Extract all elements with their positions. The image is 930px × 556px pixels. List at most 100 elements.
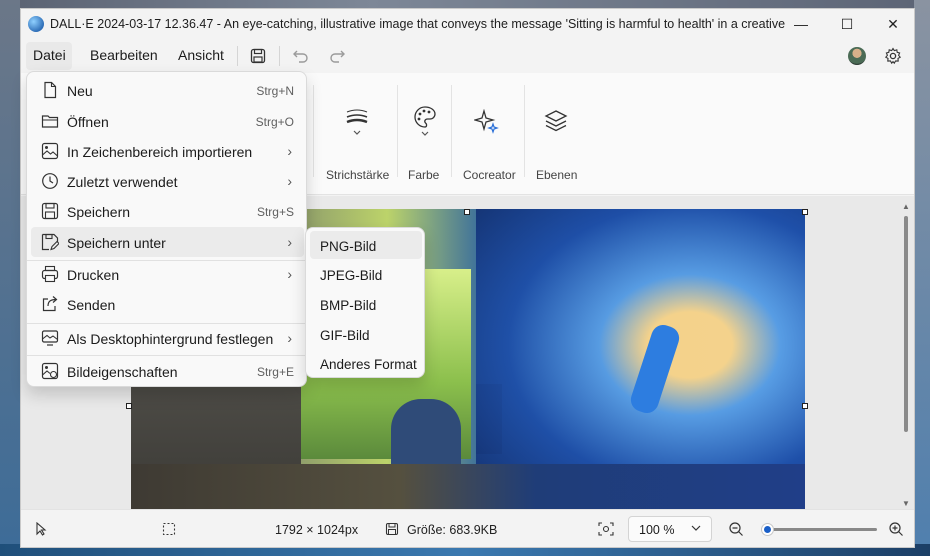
redo-icon[interactable] bbox=[327, 45, 349, 67]
save-as-submenu: PNG-Bild JPEG-Bild BMP-Bild GIF-Bild And… bbox=[305, 227, 425, 378]
menu-item-label: Als Desktophintergrund festlegen bbox=[67, 331, 274, 347]
submenu-item-other-format[interactable]: Anderes Format bbox=[310, 349, 422, 377]
save-icon bbox=[41, 202, 59, 220]
submenu-item-label: PNG-Bild bbox=[320, 239, 377, 254]
chevron-right-icon: › bbox=[287, 234, 292, 250]
image-properties-icon bbox=[41, 362, 59, 380]
desktop-background-icon bbox=[41, 329, 59, 347]
chevron-right-icon: › bbox=[287, 173, 292, 189]
folder-open-icon bbox=[41, 112, 59, 130]
account-avatar[interactable] bbox=[848, 47, 866, 65]
stroke-width-label: Strichstärke bbox=[326, 168, 390, 182]
submenu-item-label: JPEG-Bild bbox=[320, 268, 383, 283]
cocreator-group[interactable]: Cocreator bbox=[455, 73, 519, 183]
menu-item-label: Bildeigenschaften bbox=[67, 364, 178, 380]
zoom-in-icon[interactable] bbox=[888, 521, 904, 537]
resize-handle-right[interactable] bbox=[802, 403, 808, 409]
submenu-item-jpeg[interactable]: JPEG-Bild bbox=[310, 260, 422, 288]
save-icon[interactable] bbox=[247, 45, 269, 67]
desktop-background-left bbox=[0, 0, 20, 556]
scrollbar-thumb[interactable] bbox=[904, 216, 908, 432]
resize-handle-left[interactable] bbox=[126, 403, 132, 409]
cocreator-label: Cocreator bbox=[463, 168, 516, 182]
menu-item-open[interactable]: Öffnen Strg+O bbox=[31, 106, 304, 136]
ribbon-separator bbox=[313, 85, 314, 177]
save-as-icon bbox=[41, 233, 59, 251]
menu-item-label: Drucken bbox=[67, 267, 120, 283]
menu-item-label: Zuletzt verwendet bbox=[67, 174, 178, 190]
fit-to-window-icon[interactable] bbox=[598, 522, 614, 536]
submenu-item-label: Anderes Format bbox=[320, 357, 417, 372]
desktop-background-right bbox=[914, 0, 930, 556]
menu-item-image-properties[interactable]: Bildeigenschaften Strg+E bbox=[31, 356, 304, 386]
layers-group[interactable]: Ebenen bbox=[528, 73, 584, 183]
menu-item-label: Öffnen bbox=[67, 114, 109, 130]
zoom-slider-track[interactable] bbox=[761, 523, 877, 536]
layers-icon bbox=[544, 109, 568, 133]
title-bar: DALL·E 2024-03-17 12.36.47 - An eye-catc… bbox=[21, 9, 914, 39]
zoom-value: 100 % bbox=[639, 523, 675, 537]
zoom-out-icon[interactable] bbox=[728, 521, 744, 537]
menu-ansicht[interactable]: Ansicht bbox=[178, 47, 224, 63]
close-button[interactable]: ✕ bbox=[870, 9, 914, 39]
undo-icon[interactable] bbox=[289, 45, 311, 67]
ribbon-separator bbox=[451, 85, 452, 177]
menu-item-label: Speichern unter bbox=[67, 235, 166, 251]
stroke-width-icon bbox=[345, 107, 369, 137]
zoom-slider-thumb[interactable] bbox=[761, 523, 774, 536]
clock-icon bbox=[41, 172, 59, 190]
vertical-scrollbar[interactable]: ▲ ▼ bbox=[902, 202, 910, 508]
desktop-background-top bbox=[0, 0, 930, 8]
scroll-down-icon[interactable]: ▼ bbox=[902, 499, 910, 508]
menu-bar: Datei Bearbeiten Ansicht bbox=[21, 39, 914, 73]
menu-item-send[interactable]: Senden bbox=[31, 289, 304, 319]
menu-item-label: Neu bbox=[67, 83, 93, 99]
image-region-floor bbox=[131, 464, 805, 511]
status-bar: 1792 × 1024px Größe: 683.9KB 100 % bbox=[21, 509, 914, 547]
chevron-down-icon bbox=[691, 522, 701, 534]
submenu-item-gif[interactable]: GIF-Bild bbox=[310, 320, 422, 348]
menu-item-recent[interactable]: Zuletzt verwendet › bbox=[31, 166, 304, 196]
chevron-right-icon: › bbox=[287, 143, 292, 159]
menu-item-import[interactable]: In Zeichenbereich importieren › bbox=[31, 136, 304, 166]
menu-item-print[interactable]: Drucken › bbox=[31, 259, 304, 289]
shortcut-label: Strg+E bbox=[256, 365, 294, 379]
color-label: Farbe bbox=[408, 168, 440, 182]
shortcut-label: Strg+O bbox=[255, 115, 294, 129]
submenu-item-png[interactable]: PNG-Bild bbox=[310, 231, 422, 259]
window-title: DALL·E 2024-03-17 12.36.47 - An eye-catc… bbox=[50, 17, 785, 31]
menu-item-label: In Zeichenbereich importieren bbox=[67, 144, 253, 160]
menu-item-save[interactable]: Speichern Strg+S bbox=[31, 196, 304, 226]
menu-item-new[interactable]: Neu Strg+N bbox=[31, 75, 304, 105]
color-group[interactable]: Farbe bbox=[399, 73, 451, 183]
resize-handle-top-right[interactable] bbox=[802, 209, 808, 215]
zoom-select[interactable]: 100 % bbox=[628, 516, 712, 542]
printer-icon bbox=[41, 265, 59, 283]
pointer-position-icon bbox=[35, 522, 47, 536]
menu-item-save-as[interactable]: Speichern unter › bbox=[31, 227, 304, 257]
stroke-width-group[interactable]: Strichstärke bbox=[317, 73, 397, 183]
shortcut-label: Strg+S bbox=[256, 205, 294, 219]
minimize-button[interactable]: — bbox=[778, 9, 824, 39]
toolbar-separator bbox=[279, 46, 280, 66]
maximize-button[interactable]: ☐ bbox=[824, 9, 870, 39]
resize-handle-top[interactable] bbox=[464, 209, 470, 215]
file-size: Größe: 683.9KB bbox=[407, 523, 498, 537]
sparkle-icon bbox=[474, 109, 500, 135]
file-menu-dropdown: Neu Strg+N Öffnen Strg+O In Zeichenberei… bbox=[26, 71, 308, 387]
scroll-up-icon[interactable]: ▲ bbox=[902, 202, 910, 211]
toolbar-separator bbox=[237, 46, 238, 66]
menu-item-label: Senden bbox=[67, 297, 116, 313]
chevron-right-icon: › bbox=[287, 266, 292, 282]
ribbon-separator bbox=[397, 85, 398, 177]
layers-label: Ebenen bbox=[536, 168, 578, 182]
menu-bearbeiten[interactable]: Bearbeiten bbox=[90, 47, 158, 63]
menu-item-set-desktop-background[interactable]: Als Desktophintergrund festlegen › bbox=[31, 323, 304, 353]
share-icon bbox=[41, 295, 59, 313]
submenu-item-bmp[interactable]: BMP-Bild bbox=[310, 290, 422, 318]
menu-datei[interactable]: Datei bbox=[33, 47, 66, 63]
palette-icon bbox=[413, 105, 437, 137]
settings-gear-icon[interactable] bbox=[882, 45, 904, 67]
submenu-item-label: BMP-Bild bbox=[320, 298, 377, 313]
selection-size-icon bbox=[162, 522, 176, 536]
